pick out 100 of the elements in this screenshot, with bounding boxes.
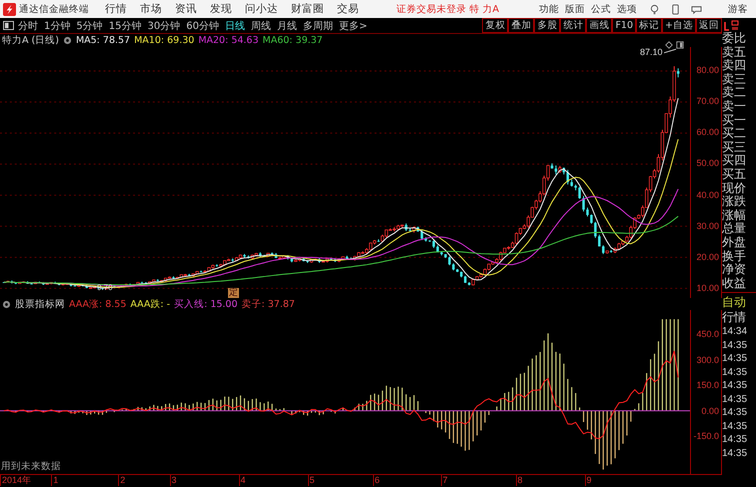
quote-field-label: 现价: [722, 182, 747, 195]
period-tab[interactable]: 1分钟: [44, 18, 70, 32]
menu-item[interactable]: 行情: [105, 2, 127, 16]
quote-field-label: 卖二: [722, 86, 747, 100]
menu-item[interactable]: 发现: [210, 2, 232, 16]
user-label[interactable]: 游客: [728, 2, 748, 16]
period-tab[interactable]: 15分钟: [108, 18, 142, 32]
app-logo-icon: [3, 2, 16, 16]
bulb-icon[interactable]: [649, 4, 660, 14]
axis-label: 20.00: [696, 252, 719, 262]
settings-icon[interactable]: [2, 300, 11, 309]
quote-field-label: 涨幅: [722, 208, 747, 222]
indicator-value: AAA跌: -: [130, 298, 170, 311]
toolbar-button[interactable]: 标记: [636, 18, 662, 33]
period-tab[interactable]: 分时: [18, 18, 38, 32]
toolbar-button[interactable]: 叠加: [508, 18, 534, 33]
quote-field-label: 涨跌: [722, 195, 747, 209]
time-axis-label: 3: [170, 475, 177, 486]
axis-label: 150.0: [696, 380, 719, 390]
time-axis-label: 2014年: [0, 475, 32, 486]
login-notice[interactable]: 证券交易未登录 特 力A: [396, 2, 499, 16]
time-axis-label: 9: [584, 475, 592, 486]
toolbar-button[interactable]: 画线: [586, 18, 612, 33]
quote-field-label: 买五: [722, 168, 747, 182]
square-icon[interactable]: [3, 21, 14, 30]
phone-icon[interactable]: [670, 4, 681, 14]
indicator-value: 卖子: 37.87: [242, 298, 295, 311]
quote-field-label: 卖一: [722, 100, 747, 114]
chat-icon[interactable]: [691, 4, 702, 14]
quote-field-label: 卖四: [722, 59, 747, 73]
ma-value: MA20: 54.63: [198, 35, 259, 46]
low-price-label: 9.70: [97, 283, 113, 292]
indicator-value: AAA涨: 8.55: [69, 298, 126, 311]
event-marker[interactable]: 定: [228, 288, 239, 298]
axis-label: 450.0: [696, 329, 719, 340]
menu-item[interactable]: 财富圈: [291, 2, 324, 16]
quote-field-label: 买一: [722, 114, 747, 128]
time-axis-label: 4: [238, 475, 246, 486]
period-tab[interactable]: 月线: [276, 18, 297, 32]
toolbar-button[interactable]: +自选: [662, 18, 696, 33]
period-tab[interactable]: 周线: [250, 18, 271, 32]
axis-label: 50.00: [696, 158, 719, 168]
trade-time: 14:35: [722, 379, 748, 393]
quote-field-label: 总量: [722, 222, 747, 236]
period-tab[interactable]: 日线: [224, 18, 245, 32]
toolbar-button[interactable]: 多股: [534, 18, 560, 33]
axis-label: 40.00: [696, 190, 719, 200]
axis-label: 0.00: [701, 406, 719, 416]
quote-field-label: 买二: [722, 127, 747, 141]
toolbar-button[interactable]: F10: [612, 18, 636, 33]
period-tab[interactable]: 多周期: [302, 18, 333, 32]
toolbar-button[interactable]: 统计: [560, 18, 586, 33]
axis-label: 70.00: [696, 96, 719, 106]
panel-tab[interactable]: 自动: [722, 295, 756, 310]
period-tab[interactable]: 30分钟: [147, 18, 180, 32]
trade-time: 14:35: [722, 366, 748, 380]
leader-line: [664, 48, 677, 54]
menu-item[interactable]: 公式: [591, 2, 611, 16]
menu-item[interactable]: 功能: [539, 2, 559, 16]
quote-field-label: 卖五: [722, 46, 747, 59]
panel-mode-icon[interactable]: [724, 20, 740, 32]
quote-field-label: 卖三: [722, 72, 747, 86]
toolbar-button[interactable]: 返回: [696, 18, 722, 33]
panel-tab[interactable]: 行情: [722, 310, 756, 326]
axis-label: -150.0: [693, 431, 719, 442]
menu-item[interactable]: 交易: [337, 2, 359, 16]
trade-time: 14:34: [722, 325, 748, 339]
time-axis-label: 6: [372, 475, 380, 486]
axis-label: 10.00: [696, 282, 719, 293]
app-title: 通达信金融终端: [19, 2, 89, 16]
menu-item[interactable]: 市场: [140, 2, 162, 16]
diamond-icon[interactable]: [665, 41, 673, 49]
indicator-name: 股票指标网: [15, 298, 65, 311]
settings-icon[interactable]: [62, 36, 72, 45]
axis-label: 300.0: [696, 354, 719, 365]
period-tab[interactable]: 更多>: [338, 18, 368, 32]
quote-field-label: 换手: [722, 250, 747, 263]
quote-field-label: 委比: [722, 32, 747, 46]
menu-item[interactable]: 版面: [565, 2, 585, 16]
time-axis-label: 2: [118, 475, 126, 486]
menu-item[interactable]: 问小达: [245, 2, 278, 16]
menu-item[interactable]: 资讯: [175, 2, 197, 16]
toolbar-button[interactable]: 复权: [482, 18, 508, 33]
square-icon[interactable]: [676, 41, 684, 49]
indicator-value: 买入线: 15.00: [174, 298, 238, 311]
stock-title: 特力A (日线): [2, 34, 59, 47]
time-axis-label: 1: [51, 475, 58, 486]
trade-time: 14:35: [722, 446, 748, 460]
quote-field-label: 收益: [722, 276, 747, 290]
high-price-label: 87.10: [640, 47, 663, 57]
trade-time: 14:35: [722, 392, 748, 406]
period-tab[interactable]: 5分钟: [76, 18, 103, 32]
axis-label: 80.00: [696, 65, 719, 75]
period-tab[interactable]: 60分钟: [186, 18, 219, 32]
quote-field-label: 外盘: [722, 236, 747, 250]
trade-time: 14:35: [722, 420, 748, 434]
trade-time: 14:35: [722, 352, 748, 366]
menu-item[interactable]: 选项: [617, 2, 637, 16]
ma-value: MA10: 69.30: [134, 35, 194, 46]
quote-field-label: 买四: [722, 154, 747, 168]
